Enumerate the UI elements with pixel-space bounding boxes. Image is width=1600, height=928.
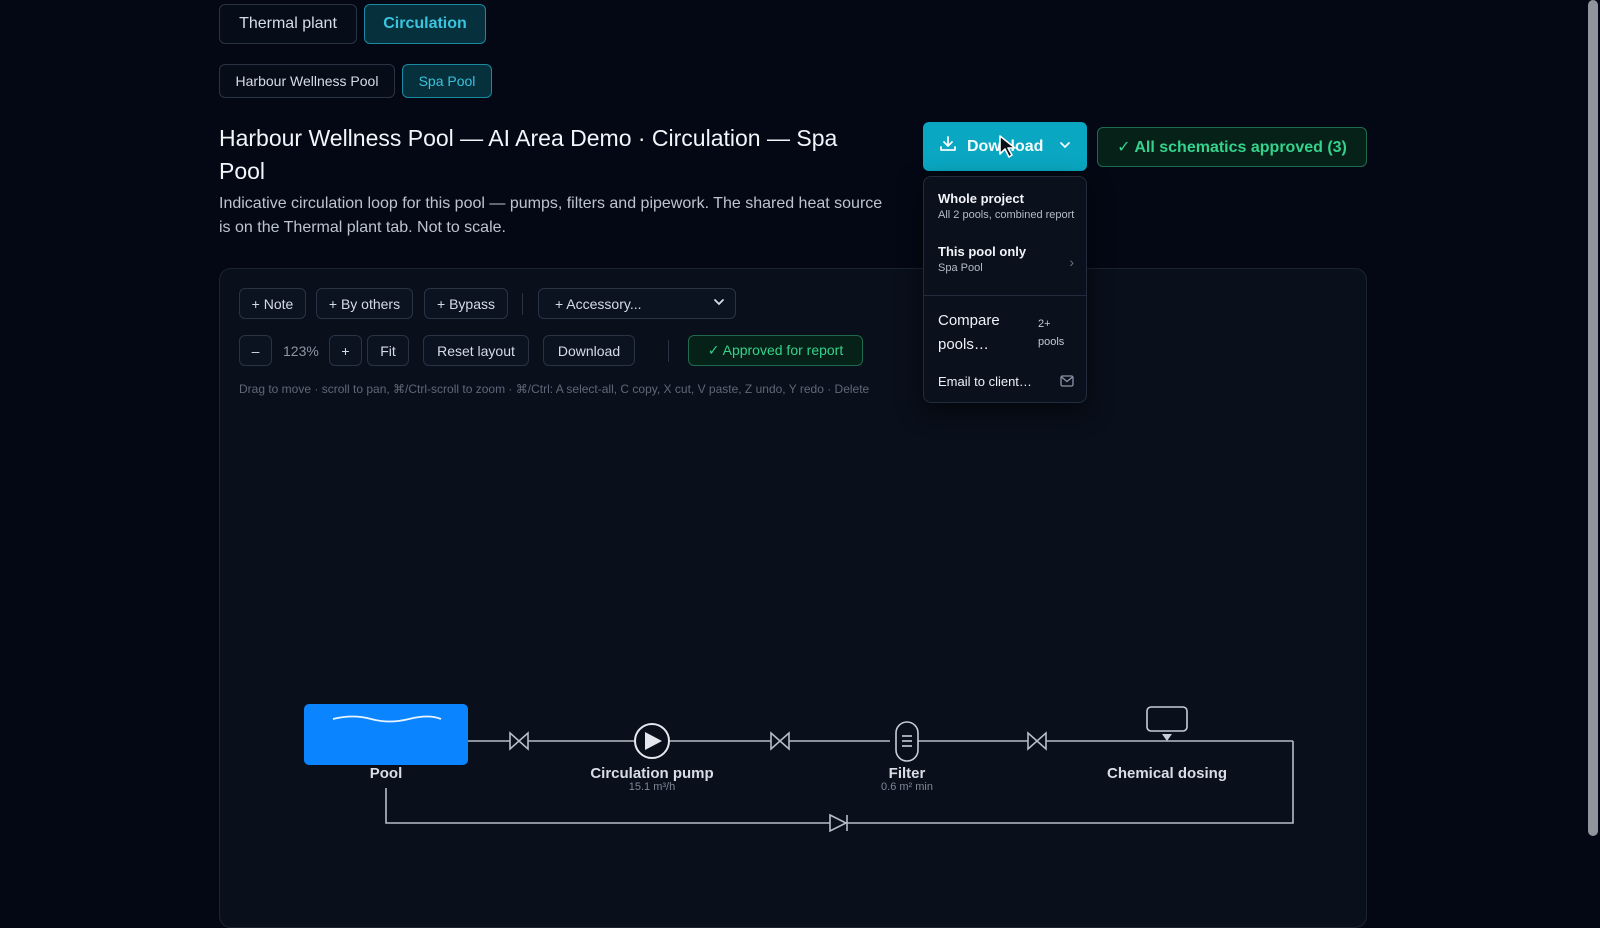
menu-item-title: Email to client… — [938, 374, 1032, 389]
multi-pool-badge: 2+ pools — [1038, 318, 1065, 348]
pool-node[interactable] — [304, 704, 468, 765]
filter-label: Filter — [889, 765, 926, 782]
filter-area: 0.6 m² min — [881, 781, 933, 793]
chevron-right-icon: › — [1069, 254, 1074, 270]
circulation-diagram: Pool Circulation pump Filter Chemical do… — [304, 704, 1294, 833]
menu-item-title: Whole project — [938, 191, 1024, 206]
download-menu: Whole project All 2 pools, combined repo… — [923, 176, 1087, 403]
menu-item-subtitle: Spa Pool — [938, 262, 983, 274]
menu-item-title: Compare pools… — [938, 312, 1000, 353]
menu-item-compare-pools[interactable]: Compare pools… 2+ pools — [938, 309, 1074, 357]
filter-icon[interactable] — [895, 721, 919, 762]
menu-item-title: This pool only — [938, 244, 1027, 259]
pump-flow-rate: 15.1 m³/h — [629, 781, 675, 793]
menu-item-this-pool-only[interactable]: This pool only Spa Pool › — [938, 244, 1076, 274]
pool-label: Pool — [370, 765, 403, 782]
menu-item-subtitle: All 2 pools, combined report — [938, 209, 1075, 221]
mail-icon — [1060, 374, 1074, 392]
menu-divider — [924, 295, 1086, 296]
return-pipe — [385, 741, 1294, 824]
page-scrollbar[interactable] — [1588, 0, 1598, 836]
valve-icon[interactable] — [1027, 731, 1047, 751]
chemical-dosing-label: Chemical dosing — [1107, 765, 1227, 782]
menu-item-email-to-client[interactable]: Email to client… — [938, 373, 1074, 391]
menu-item-whole-project[interactable]: Whole project All 2 pools, combined repo… — [938, 191, 1074, 221]
circulation-pump-icon[interactable] — [634, 723, 670, 759]
bypass-check-valve-icon[interactable] — [829, 813, 848, 833]
circulation-pump-label: Circulation pump — [590, 765, 713, 782]
mouse-cursor-icon — [998, 134, 1020, 165]
valve-icon[interactable] — [509, 731, 529, 751]
valve-icon[interactable] — [770, 731, 790, 751]
chemical-dosing-icon[interactable] — [1146, 706, 1188, 741]
